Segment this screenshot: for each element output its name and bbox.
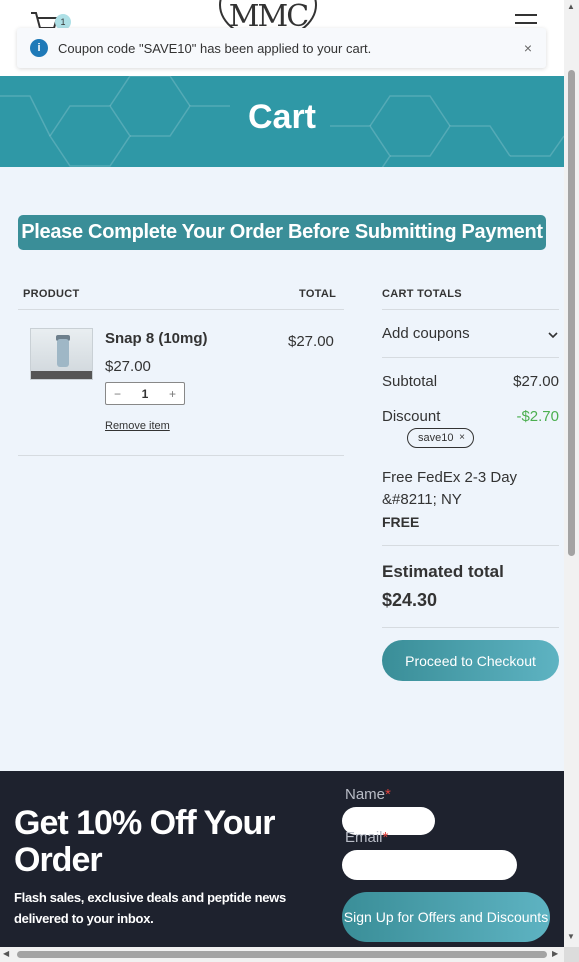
quantity-stepper[interactable]: − 1 + (105, 382, 185, 405)
name-field-label: Name* (345, 786, 391, 803)
remove-coupon-icon[interactable]: × (456, 432, 468, 444)
shipping-info: Free FedEx 2-3 Day &#8211; NY FREE (382, 467, 552, 533)
page-title: Cart (247, 98, 317, 136)
horizontal-scrollbar[interactable]: ◀ ▶ (0, 947, 564, 962)
totals-divider (382, 309, 559, 310)
applied-coupon-chip: save10 × (407, 428, 474, 448)
shipping-divider (382, 545, 559, 546)
add-coupons-label: Add coupons (382, 325, 470, 342)
chevron-down-icon (548, 332, 558, 339)
add-coupons-toggle[interactable]: Add coupons (382, 325, 559, 342)
close-icon[interactable]: × (524, 40, 532, 56)
vertical-scrollbar[interactable]: ▲ ▼ (564, 0, 579, 962)
email-field-label: Email* (345, 829, 389, 846)
coupon-divider (382, 357, 559, 358)
product-price: $27.00 (105, 358, 151, 375)
coupon-code: save10 (418, 432, 454, 444)
shipping-cost: FREE (382, 514, 420, 530)
line-total: $27.00 (288, 333, 334, 350)
info-icon: i (30, 39, 48, 57)
table-row-divider (18, 455, 344, 456)
signup-button[interactable]: Sign Up for Offers and Discounts (342, 892, 550, 942)
quantity-value[interactable]: 1 (142, 387, 149, 401)
horizontal-scroll-thumb[interactable] (17, 951, 547, 958)
subtotal-label: Subtotal (382, 373, 438, 390)
product-column-header: PRODUCT (23, 288, 80, 300)
product-image[interactable] (30, 328, 93, 380)
cart-totals-heading: CART TOTALS (382, 288, 462, 300)
subtotal-value: $27.00 (513, 373, 559, 390)
vertical-scroll-thumb[interactable] (568, 70, 575, 556)
scrollbar-corner (564, 947, 579, 962)
scroll-up-arrow-icon[interactable]: ▲ (567, 2, 575, 11)
estimated-total-label: Estimated total (382, 562, 504, 581)
newsletter-heading: Get 10% Off Your Order (14, 804, 275, 879)
newsletter-footer: Get 10% Off Your Order Flash sales, excl… (0, 771, 564, 962)
total-column-header: TOTAL (299, 288, 337, 300)
email-input[interactable] (342, 850, 517, 880)
proceed-to-checkout-button[interactable]: Proceed to Checkout (382, 640, 559, 681)
discount-value: -$2.70 (516, 408, 559, 425)
notice-message: Coupon code "SAVE10" has been applied to… (58, 40, 372, 56)
scroll-left-arrow-icon[interactable]: ◀ (3, 949, 9, 958)
quantity-decrease-button[interactable]: − (114, 387, 121, 401)
order-banner: Please Complete Your Order Before Submit… (18, 215, 546, 250)
discount-label: Discount (382, 408, 441, 425)
page-hero: Cart (0, 76, 564, 167)
table-header-divider (18, 309, 344, 310)
scroll-right-arrow-icon[interactable]: ▶ (552, 949, 558, 958)
estimated-total-value: $24.30 (382, 590, 438, 610)
remove-item-link[interactable]: Remove item (105, 420, 170, 432)
scroll-down-arrow-icon[interactable]: ▼ (567, 932, 575, 941)
newsletter-subtext: Flash sales, exclusive deals and peptide… (14, 890, 286, 926)
estimated-divider (382, 627, 559, 628)
quantity-increase-button[interactable]: + (169, 387, 176, 401)
product-name[interactable]: Snap 8 (10mg) (105, 330, 208, 347)
coupon-notice: i Coupon code "SAVE10" has been applied … (17, 28, 546, 68)
shipping-method: Free FedEx 2-3 Day &#8211; NY (382, 469, 518, 508)
